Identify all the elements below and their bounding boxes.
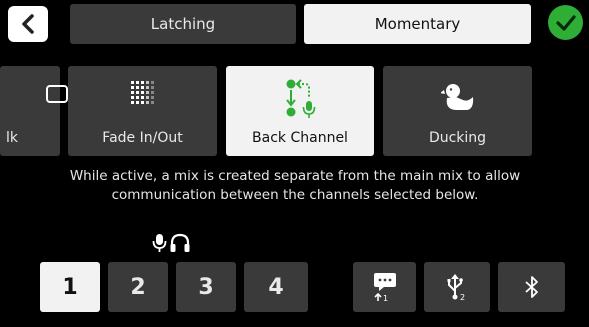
back-channel-icon <box>286 79 316 118</box>
channel-3-button[interactable]: 3 <box>176 262 236 312</box>
channel-2-label: 2 <box>130 274 146 300</box>
description-text: While active, a mix is created separate … <box>69 168 521 203</box>
bluetooth-icon <box>524 276 538 298</box>
ducking-tile[interactable]: Ducking <box>383 66 532 156</box>
source-chat-button[interactable]: 1 <box>353 262 416 312</box>
source-bluetooth-button[interactable] <box>498 262 565 312</box>
fade-grid-icon <box>130 81 154 104</box>
source-usb-button[interactable]: 2 <box>424 262 490 312</box>
latching-label: Latching <box>150 15 216 33</box>
chat-bubble-icon: 1 <box>373 273 396 302</box>
duck-icon <box>440 84 473 110</box>
channel-4-button[interactable]: 4 <box>244 262 308 312</box>
momentary-label: Momentary <box>374 15 461 33</box>
momentary-button[interactable]: Momentary <box>304 4 531 44</box>
channel-3-label: 3 <box>198 274 214 300</box>
back-channel-tile[interactable]: Back Channel <box>226 66 374 156</box>
usb-icon: 2 <box>447 274 465 301</box>
channel-1-button[interactable]: 1 <box>40 262 100 312</box>
back-button[interactable] <box>8 6 48 42</box>
talk-label: lk <box>6 130 18 146</box>
mic-headphones-icon <box>152 233 190 252</box>
channel-1-label: 1 <box>62 274 78 300</box>
chevron-left-icon <box>22 14 34 34</box>
source-chat-sub: 1 <box>383 294 388 302</box>
back-channel-label: Back Channel <box>252 130 348 146</box>
fade-in-out-tile[interactable]: Fade In/Out <box>68 66 217 156</box>
chat-icon <box>46 85 68 103</box>
source-usb-sub: 2 <box>460 293 465 301</box>
checkmark-icon <box>555 14 576 31</box>
fade-in-out-label: Fade In/Out <box>102 130 183 146</box>
talk-tile[interactable]: lk <box>0 66 68 156</box>
confirm-button[interactable] <box>548 5 583 40</box>
channel-4-label: 4 <box>268 274 284 300</box>
latching-button[interactable]: Latching <box>70 4 296 44</box>
ducking-label: Ducking <box>428 130 487 146</box>
channel-2-button[interactable]: 2 <box>108 262 168 312</box>
